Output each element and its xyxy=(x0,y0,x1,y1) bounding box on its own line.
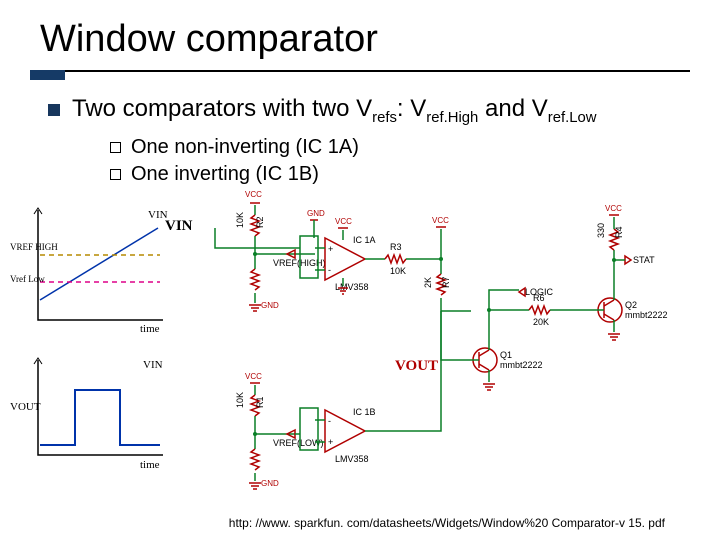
r4-val: 330 xyxy=(596,223,606,238)
lmv-label-b: LMV358 xyxy=(335,454,369,464)
vcc-right: VCC xyxy=(605,204,622,213)
bullet-prefix: Two comparators with two V xyxy=(72,95,372,122)
sub-text-a: One non-inverting (IC 1A) xyxy=(131,136,359,159)
bullet-mid1: : V xyxy=(397,95,426,122)
sub-text-b: One inverting (IC 1B) xyxy=(131,163,319,186)
schem-vout-label: VOUT xyxy=(395,358,438,374)
sub-bullet-list: One non-inverting (IC 1A) One inverting … xyxy=(110,136,359,190)
r1-label: R1 xyxy=(255,396,265,408)
q2-type: mmbt2222 xyxy=(625,310,668,320)
sub-bullet-b: One inverting (IC 1B) xyxy=(110,163,359,186)
q1-type: mmbt2222 xyxy=(500,360,543,370)
title-accent xyxy=(30,70,65,80)
bullet-sub1: refs xyxy=(372,110,397,126)
bullet-mid2: and V xyxy=(478,95,547,122)
vout-sketch-label: VOUT xyxy=(10,401,41,413)
schem-vin-label: VIN xyxy=(165,218,193,234)
vcc-label: VCC xyxy=(245,190,262,199)
r3-val: 10K xyxy=(390,266,406,276)
vcc-r1: VCC xyxy=(245,372,262,381)
r1-val: 10K xyxy=(235,392,245,408)
sub-bullet-a: One non-inverting (IC 1A) xyxy=(110,136,359,159)
stat-label: STAT xyxy=(633,255,655,265)
vin2-label: VIN xyxy=(143,359,163,371)
q1-label: Q1 xyxy=(500,350,512,360)
bullet-text: Two comparators with two Vrefs: Vref.Hig… xyxy=(72,95,597,126)
slide-title: Window comparator xyxy=(40,18,378,61)
hollow-square-icon xyxy=(110,169,121,180)
gnd-label-2: GND xyxy=(261,479,279,488)
schematic: VIN VCC R2 10K VREF(HIGH) GND + - IC 1A … xyxy=(195,200,695,490)
logic-label: LOGIC xyxy=(525,287,554,297)
bullet-sub3: ref.Low xyxy=(548,110,597,126)
vrefh-label: VREF HIGH xyxy=(10,242,58,252)
vcc-ic1a: VCC xyxy=(335,217,352,226)
vrefl-label: Vref Low xyxy=(10,274,45,284)
vrefl-node: VREF(LOW) xyxy=(273,438,324,448)
title-rule xyxy=(30,70,690,72)
r2-val: 10K xyxy=(235,212,245,228)
gnd-tag: GND xyxy=(307,209,325,218)
credit-link: http: //www. sparkfun. com/datasheets/Wi… xyxy=(229,516,665,530)
r7-label: R7 xyxy=(441,276,451,288)
r7-val: 2K xyxy=(423,277,433,288)
svg-text:+: + xyxy=(328,437,333,447)
q2-label: Q2 xyxy=(625,300,637,310)
time-label-1: time xyxy=(140,323,160,335)
r6-val: 20K xyxy=(533,317,549,327)
r4-label: R4 xyxy=(614,226,624,238)
gnd-label-1: GND xyxy=(261,301,279,310)
ic1b-label: IC 1B xyxy=(353,407,376,417)
r2-label: R2 xyxy=(255,216,265,228)
bullet-sub2: ref.High xyxy=(426,110,478,126)
svg-text:+: + xyxy=(328,244,333,254)
ic1a-label: IC 1A xyxy=(353,235,376,245)
bullet-main: Two comparators with two Vrefs: Vref.Hig… xyxy=(48,95,597,126)
time-label-2: time xyxy=(140,459,160,471)
svg-text:-: - xyxy=(328,416,331,426)
bullet-square-icon xyxy=(48,104,60,116)
vcc-r7: VCC xyxy=(432,216,449,225)
hand-sketch: VIN VREF HIGH Vref Low time VOUT VIN tim… xyxy=(18,200,188,480)
r3-label: R3 xyxy=(390,242,402,252)
svg-text:-: - xyxy=(328,265,331,275)
hollow-square-icon xyxy=(110,142,121,153)
